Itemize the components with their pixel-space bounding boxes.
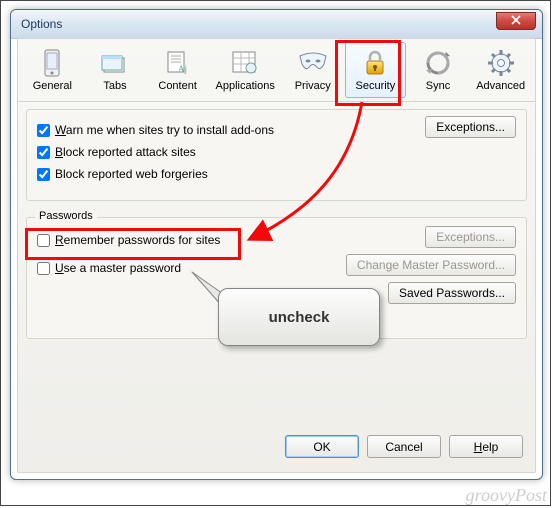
- help-button[interactable]: Help: [449, 435, 523, 458]
- close-icon: [511, 14, 521, 28]
- warn-addons-label: Warn me when sites try to install add-on…: [55, 123, 274, 137]
- document-icon: Aj: [163, 48, 193, 78]
- block-attack-checkbox[interactable]: [37, 146, 50, 159]
- svg-text:Aj: Aj: [178, 64, 187, 74]
- tab-label: Security: [356, 80, 396, 92]
- change-master-password-button[interactable]: Change Master Password...: [346, 254, 516, 276]
- dialog-body: General Tabs Aj Content Applications: [17, 38, 536, 473]
- options-window: Options General Tabs Aj: [10, 9, 543, 480]
- tab-sync[interactable]: Sync: [408, 42, 469, 98]
- grid-icon: [230, 48, 260, 78]
- addons-group: Warn me when sites try to install add-on…: [26, 109, 527, 201]
- sync-icon: [423, 48, 453, 78]
- tab-label: General: [33, 80, 72, 92]
- tab-content[interactable]: Aj Content: [147, 42, 208, 98]
- ok-button[interactable]: OK: [285, 435, 359, 458]
- block-attack-row: Block reported attack sites: [37, 142, 516, 162]
- tab-label: Content: [158, 80, 197, 92]
- addons-exceptions-button[interactable]: Exceptions...: [425, 116, 516, 138]
- block-attack-label: Block reported attack sites: [55, 145, 196, 159]
- cancel-button[interactable]: Cancel: [367, 435, 441, 458]
- content-area: Warn me when sites try to install add-on…: [26, 109, 527, 422]
- master-password-label: Use a master password: [55, 261, 181, 275]
- tab-advanced[interactable]: Advanced: [470, 42, 531, 98]
- block-forgeries-row: Block reported web forgeries: [37, 164, 516, 184]
- block-forgeries-checkbox[interactable]: [37, 168, 50, 181]
- lock-icon: [360, 48, 390, 78]
- tab-label: Applications: [216, 80, 275, 92]
- tab-tabs[interactable]: Tabs: [85, 42, 146, 98]
- tab-security[interactable]: Security: [345, 42, 406, 98]
- window-title: Options: [21, 17, 62, 31]
- tab-applications[interactable]: Applications: [210, 42, 280, 98]
- phone-icon: [37, 48, 67, 78]
- saved-passwords-button[interactable]: Saved Passwords...: [388, 282, 516, 304]
- watermark: groovyPost: [466, 485, 547, 506]
- passwords-exceptions-button[interactable]: Exceptions...: [425, 226, 516, 248]
- tab-general[interactable]: General: [22, 42, 83, 98]
- footer-buttons: OK Cancel Help: [285, 435, 523, 458]
- gear-icon: [486, 48, 516, 78]
- block-forgeries-label: Block reported web forgeries: [55, 167, 208, 181]
- tab-label: Privacy: [295, 80, 331, 92]
- tab-privacy[interactable]: Privacy: [282, 42, 343, 98]
- warn-addons-checkbox[interactable]: [37, 124, 50, 137]
- tabstrip: General Tabs Aj Content Applications: [18, 39, 535, 102]
- master-password-checkbox[interactable]: [37, 262, 50, 275]
- remember-passwords-label: Remember passwords for sites: [55, 233, 220, 247]
- titlebar[interactable]: Options: [11, 10, 542, 39]
- tab-label: Sync: [426, 80, 450, 92]
- tab-label: Advanced: [476, 80, 525, 92]
- passwords-group-label: Passwords: [35, 210, 97, 222]
- remember-passwords-checkbox[interactable]: [37, 234, 50, 247]
- mask-icon: [298, 48, 328, 78]
- passwords-group: Passwords Remember passwords for sites U…: [26, 217, 527, 339]
- tab-label: Tabs: [103, 80, 126, 92]
- folders-icon: [100, 48, 130, 78]
- window-close-button[interactable]: [496, 12, 536, 30]
